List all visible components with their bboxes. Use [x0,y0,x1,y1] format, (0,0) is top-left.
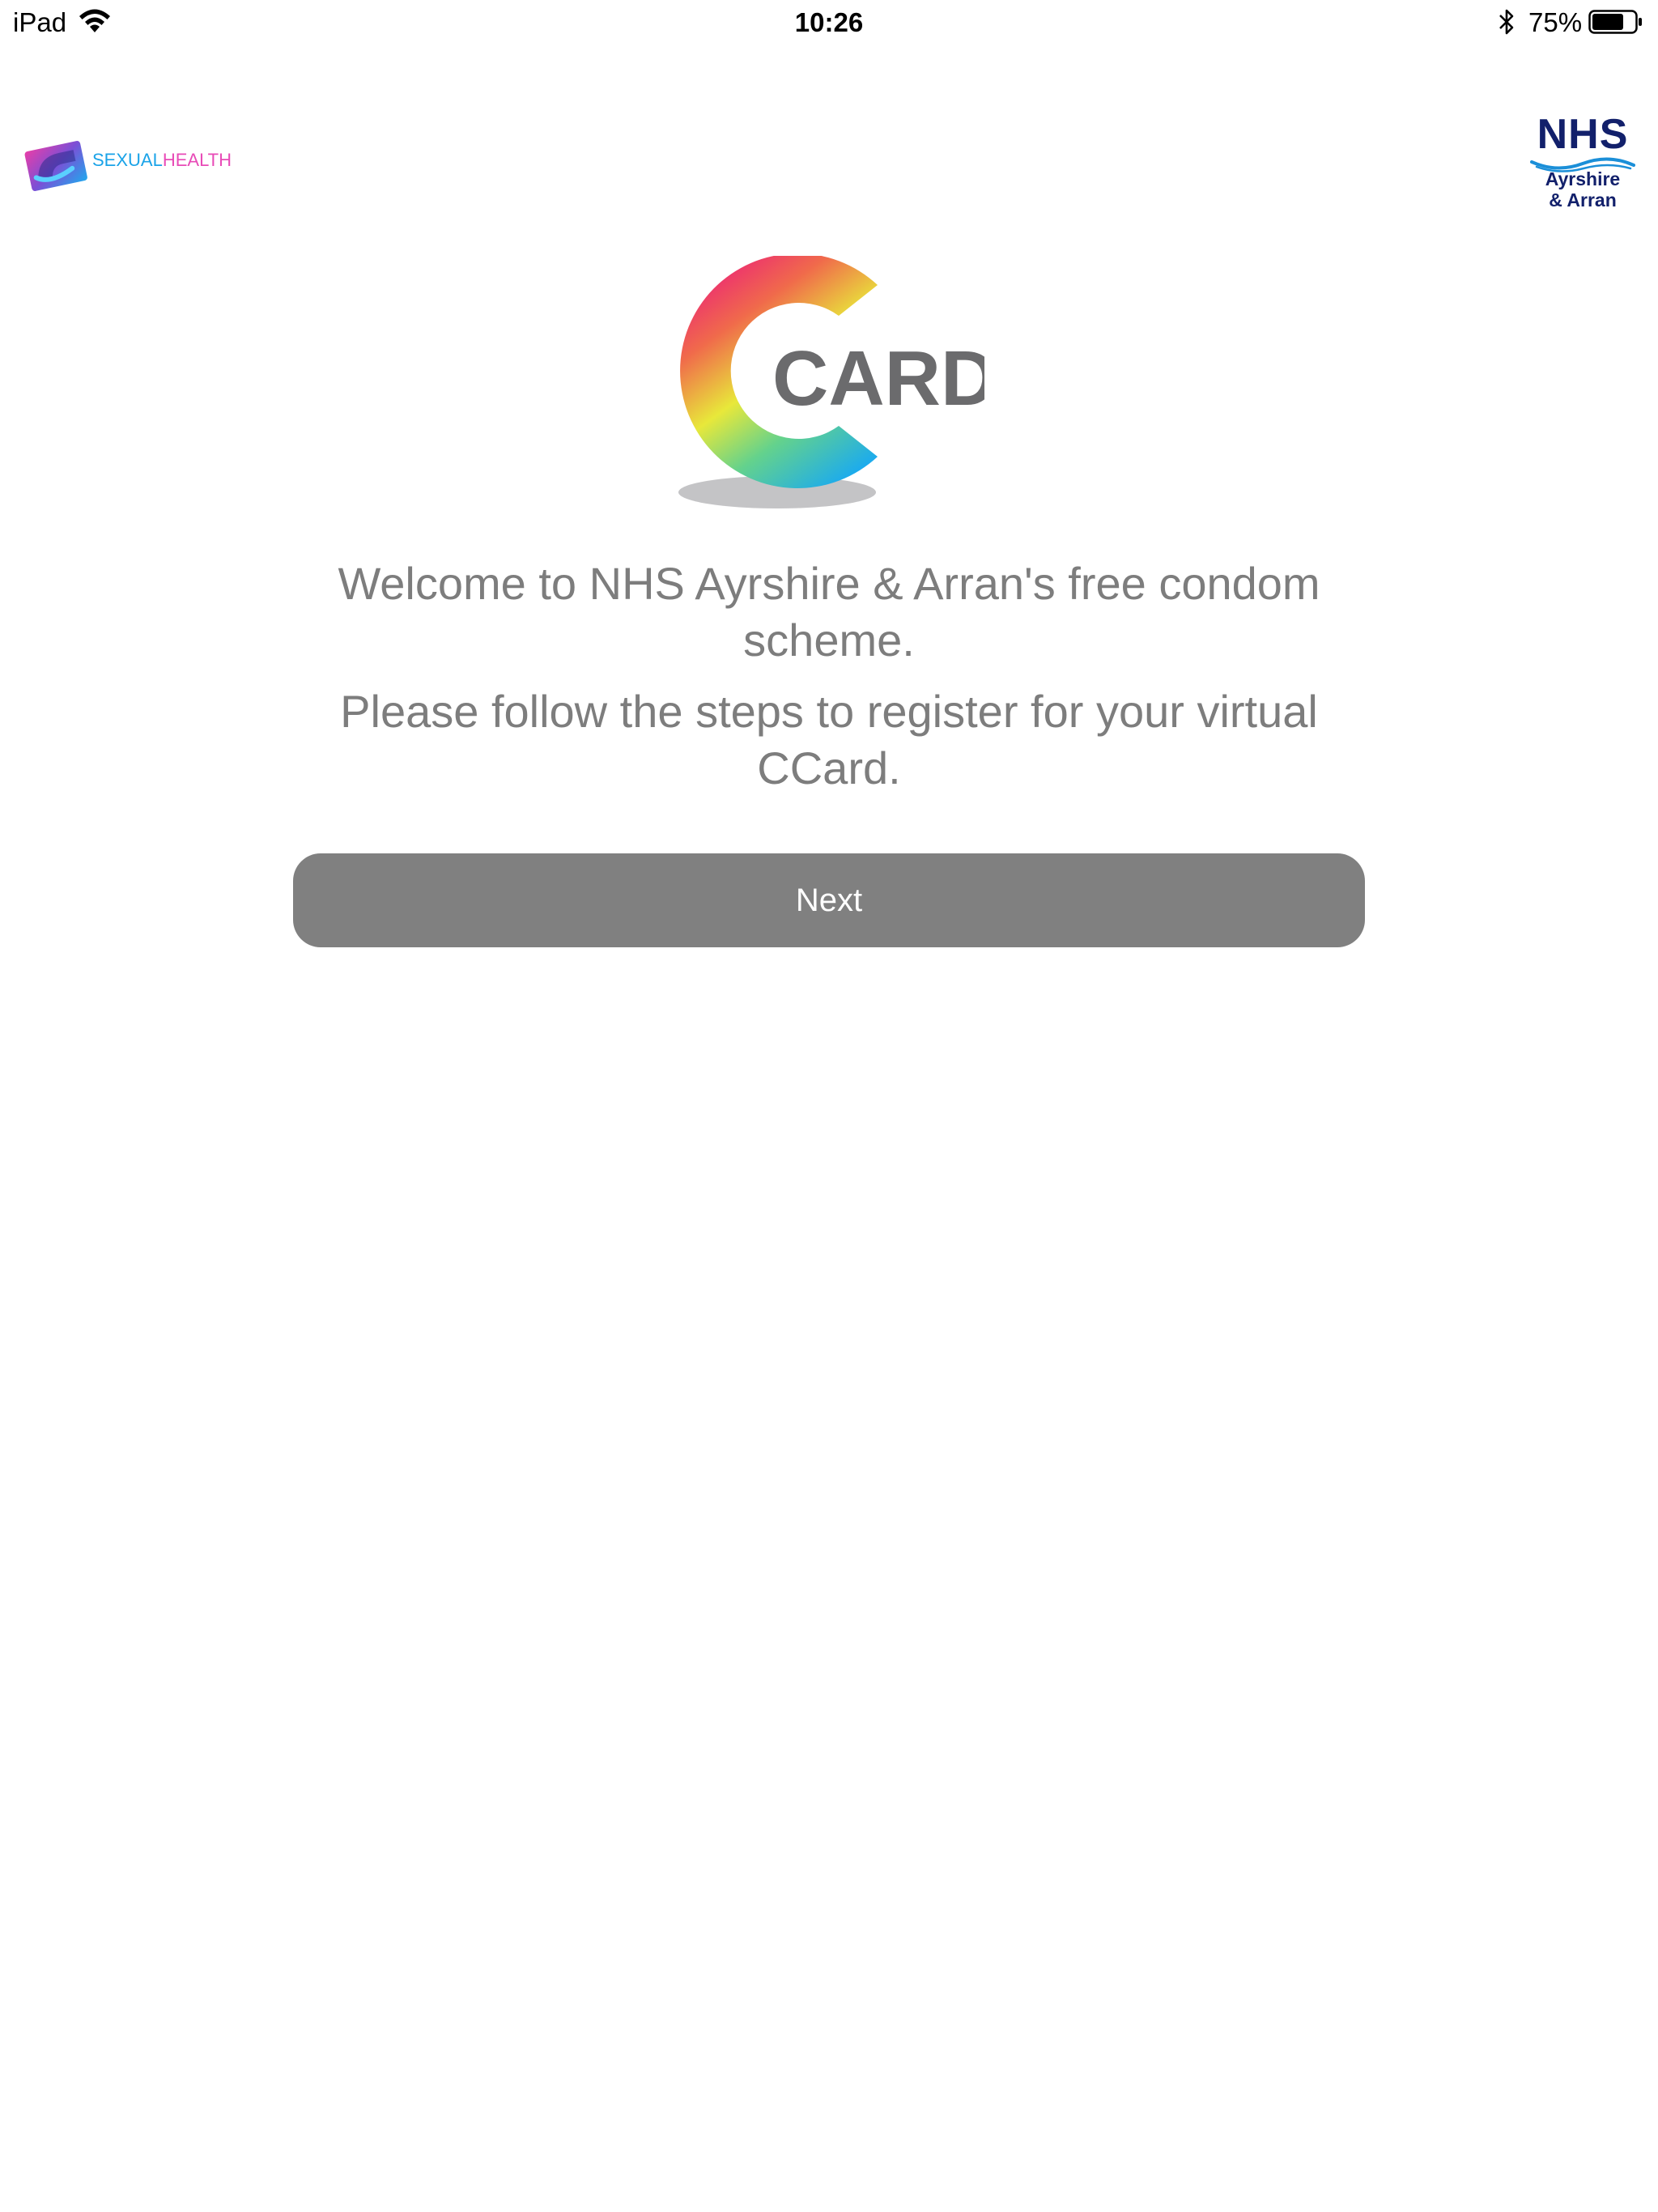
sexual-health-mark-icon [24,140,87,191]
nhs-logo-line2: & Arran [1549,189,1617,211]
status-bar: iPad 10:26 75% [0,0,1658,45]
battery-icon [1588,10,1642,34]
nhs-logo-line1: Ayrshire [1545,168,1621,189]
sexual-health-logo: SEXUALHEALTH [23,130,266,194]
nhs-logo: NHS Ayrshire & Arran [1525,112,1640,217]
nhs-logo-subtitle: Ayrshire & Arran [1525,168,1640,211]
next-button[interactable]: Next [293,853,1365,947]
bluetooth-icon [1499,9,1514,35]
welcome-message: Welcome to NHS Ayrshire & Arran's free c… [293,555,1365,811]
ccard-logo-word: CARD [772,335,984,422]
status-time: 10:26 [794,7,864,37]
ccard-logo: CARD [678,256,984,508]
battery-percent: 75% [1528,7,1583,37]
welcome-text: Welcome to NHS Ayrshire & Arran's free c… [338,558,1320,666]
sexual-health-logo-text: SEXUALHEALTH [92,150,232,170]
instruction-text: Please follow the steps to register for … [340,686,1318,793]
nhs-logo-word: NHS [1537,111,1629,158]
